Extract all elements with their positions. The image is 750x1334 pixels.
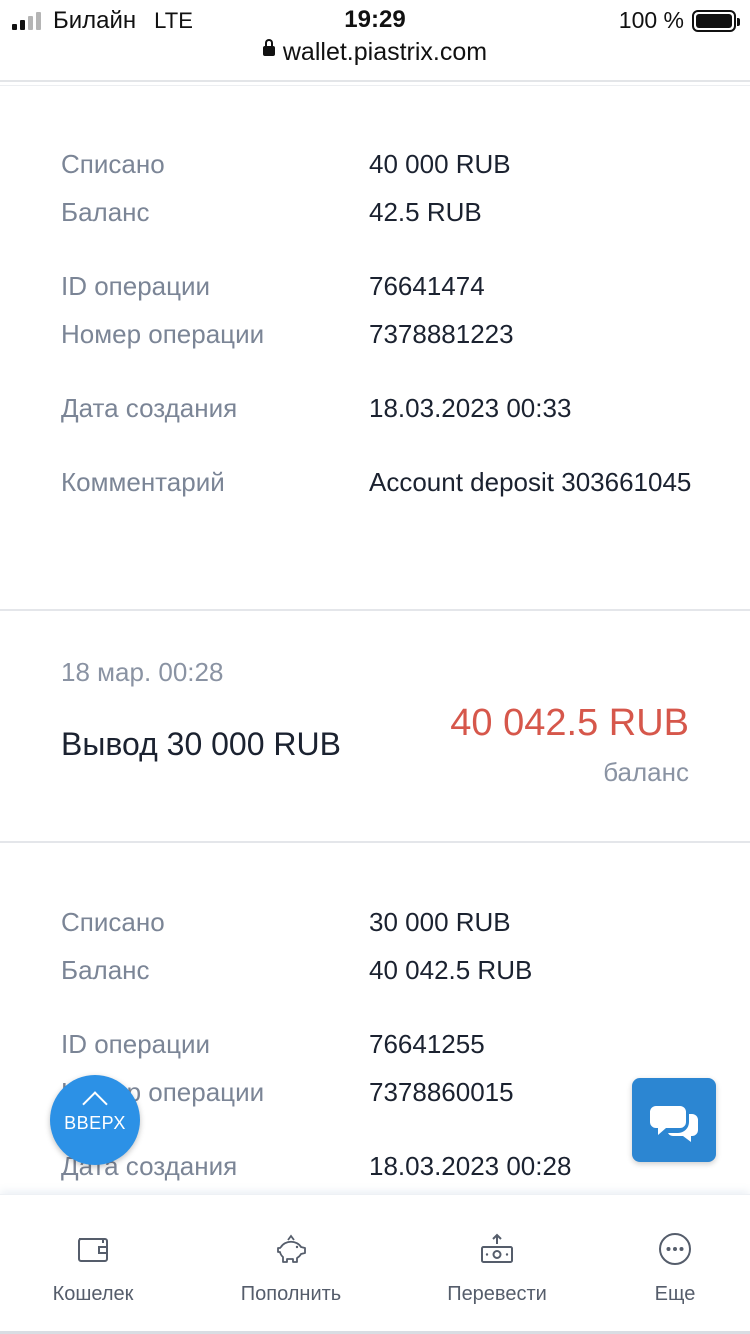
detail-label: ID операции: [61, 271, 211, 301]
bottom-tab-bar: Кошелек Пополнить Перевести Еще: [0, 1194, 750, 1334]
money-transfer-icon: [481, 1233, 513, 1263]
divider: [0, 80, 750, 82]
detail-value: 76641474: [369, 271, 485, 301]
battery-percent: 100 %: [618, 7, 684, 33]
detail-value: 40 000 RUB: [369, 149, 511, 179]
battery-icon: [692, 9, 740, 32]
tab-transfer[interactable]: Перевести: [422, 1195, 572, 1334]
detail-value: 30 000 RUB: [369, 907, 511, 937]
more-dots-icon: [659, 1233, 691, 1265]
detail-label: Дата создания: [61, 393, 238, 423]
wallet-icon: [78, 1238, 108, 1262]
transaction-date: 18 мар. 00:28: [61, 657, 224, 687]
detail-value: 76641255: [369, 1029, 485, 1059]
detail-label: Комментарий: [61, 467, 225, 497]
detail-label: Списано: [61, 149, 165, 179]
tab-deposit[interactable]: Пополнить: [216, 1195, 366, 1334]
detail-label: Списано: [61, 907, 165, 937]
detail-value: 42.5 RUB: [369, 197, 482, 227]
divider: [0, 85, 750, 86]
piggy-bank-icon: [277, 1234, 306, 1263]
detail-value: 7378881223: [369, 319, 514, 349]
detail-label: ID операции: [61, 1029, 211, 1059]
tab-label: Пополнить: [240, 1283, 342, 1305]
detail-label: Баланс: [61, 197, 150, 227]
tab-more[interactable]: Еще: [600, 1195, 750, 1334]
address-bar[interactable]: wallet.piastrix.com: [0, 38, 750, 67]
status-bar: Билайн LTE 19:29 100 % wallet.piastrix.c…: [0, 0, 750, 80]
tab-label: Еще: [654, 1283, 696, 1305]
scroll-up-label: ВВЕРХ: [64, 1113, 126, 1133]
scroll-up-button[interactable]: ВВЕРХ: [50, 1075, 140, 1165]
divider: [0, 609, 750, 611]
status-right: 100 %: [618, 7, 740, 34]
tab-label: Перевести: [447, 1283, 547, 1305]
transaction-balance-amount: 40 042.5 RUB: [450, 702, 689, 744]
url-text: wallet.piastrix.com: [282, 38, 488, 66]
chat-bubbles-icon: [650, 1106, 698, 1142]
detail-label: Баланс: [61, 955, 150, 985]
divider: [0, 841, 750, 843]
detail-value: 18.03.2023 00:33: [369, 393, 572, 423]
detail-value: Account deposit 303661045: [369, 467, 692, 497]
transaction-title: Вывод 30 000 RUB: [61, 726, 341, 762]
detail-value: 40 042.5 RUB: [369, 955, 533, 985]
tab-wallet[interactable]: Кошелек: [18, 1195, 168, 1334]
chat-button[interactable]: [632, 1078, 716, 1162]
tab-label: Кошелек: [52, 1283, 134, 1305]
detail-label: Номер операции: [61, 319, 265, 349]
transaction-balance-caption: баланс: [603, 757, 689, 787]
lock-icon: [262, 39, 275, 57]
